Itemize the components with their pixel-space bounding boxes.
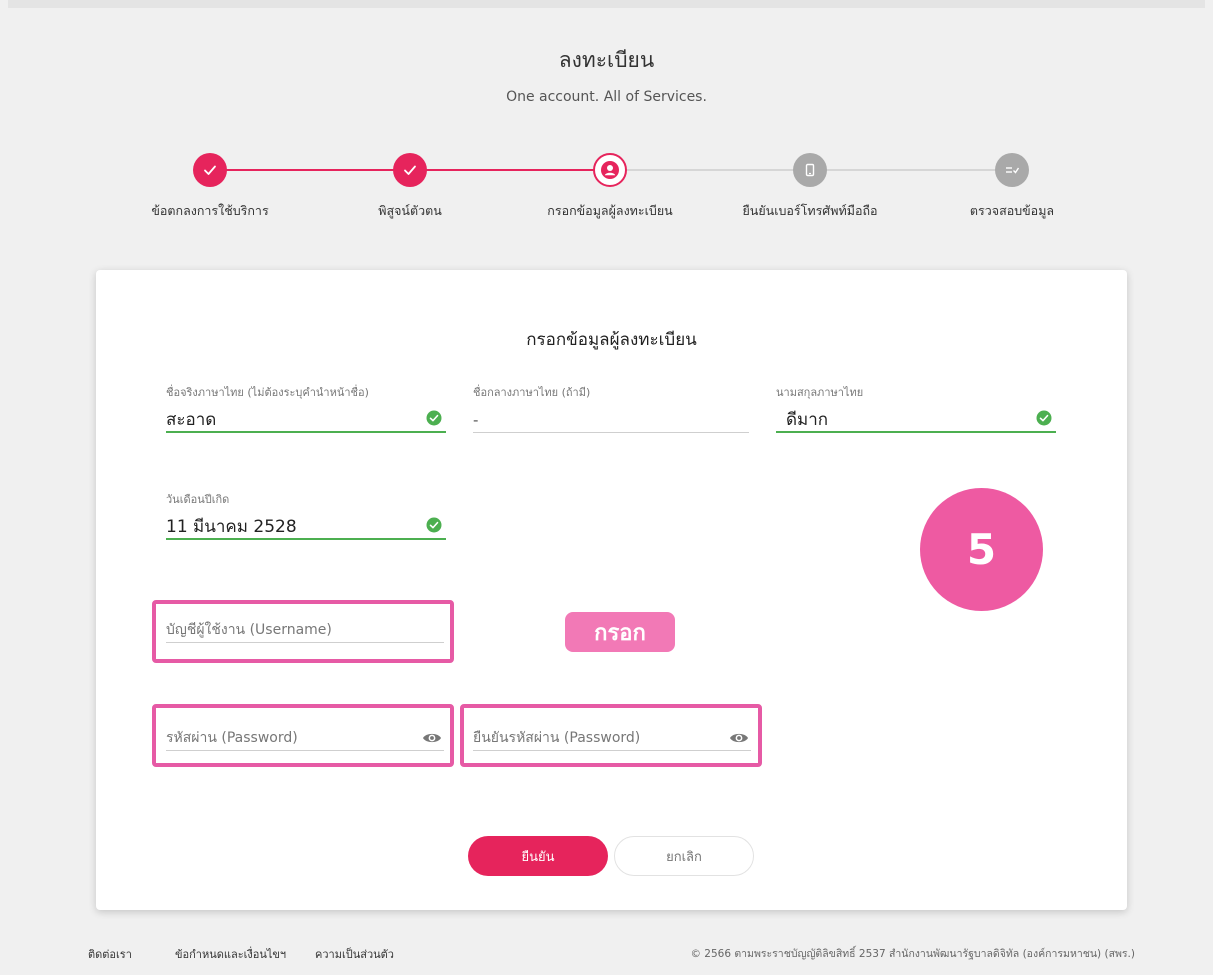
step-number-badge: 5	[920, 488, 1043, 611]
step-label: พิสูจน์ตัวตน	[378, 203, 442, 218]
birth-date-field[interactable]: วันเดือนปีเกิด 11 มีนาคม 2528	[166, 490, 446, 540]
page-header: ลงทะเบียน One account. All of Services.	[0, 44, 1213, 105]
footer-copyright: © 2566 ตามพระราชบัญญัติลิขสิทธิ์ 2537 สำ…	[690, 948, 1135, 960]
step-status-dot	[995, 153, 1029, 187]
footer: ติดต่อเรา ข้อกำหนดและเงื่อนไขฯ ความเป็นส…	[0, 945, 1213, 961]
step-terms: ข้อตกลงการใช้บริการ	[110, 150, 310, 221]
confirm-password-input[interactable]: ยืนยันรหัสผ่าน (Password)	[473, 725, 751, 751]
middle-name-field[interactable]: ชื่อกลางภาษาไทย (ถ้ามี) -	[473, 383, 749, 433]
username-placeholder: บัญชีผู้ใช้งาน (Username)	[166, 622, 332, 638]
first-name-label: ชื่อจริงภาษาไทย (ไม่ต้องระบุคำนำหน้าชื่อ…	[166, 386, 369, 399]
list-check-icon	[1006, 167, 1020, 174]
confirm-button[interactable]: ยืนยัน	[468, 836, 608, 876]
middle-name-label: ชื่อกลางภาษาไทย (ถ้ามี)	[473, 386, 591, 399]
phone-icon	[805, 163, 815, 177]
form-title: กรอกข้อมูลผู้ลงทะเบียน	[526, 330, 697, 350]
step-label: ยืนยันเบอร์โทรศัพท์มือถือ	[742, 203, 878, 218]
check-circle-icon	[426, 410, 442, 426]
step-status-dot	[793, 153, 827, 187]
last-name-value: ดีมาก	[786, 410, 829, 430]
last-name-field[interactable]: นามสกุลภาษาไทย ดีมาก	[776, 383, 1056, 433]
step-status-dot	[193, 153, 227, 187]
first-name-field[interactable]: ชื่อจริงภาษาไทย (ไม่ต้องระบุคำนำหน้าชื่อ…	[166, 383, 446, 433]
check-icon	[204, 165, 216, 175]
step-fill-info: กรอกข้อมูลผู้ลงทะเบียน	[510, 150, 710, 221]
footer-link-contact[interactable]: ติดต่อเรา	[88, 945, 132, 963]
username-input[interactable]: บัญชีผู้ใช้งาน (Username)	[166, 617, 444, 643]
step-status-dot	[593, 153, 627, 187]
check-circle-icon	[426, 517, 442, 533]
step-identity: พิสูจน์ตัวตน	[310, 150, 510, 221]
password-input[interactable]: รหัสผ่าน (Password)	[166, 725, 444, 751]
step-label: ข้อตกลงการใช้บริการ	[151, 203, 269, 218]
step-review: ตรวจสอบข้อมูล	[912, 150, 1112, 221]
first-name-input[interactable]: สะอาด	[166, 407, 446, 433]
page-title: ลงทะเบียน	[558, 48, 655, 72]
last-name-label: นามสกุลภาษาไทย	[776, 386, 864, 399]
confirm-password-placeholder: ยืนยันรหัสผ่าน (Password)	[473, 730, 641, 746]
top-bar	[8, 0, 1205, 8]
footer-link-privacy[interactable]: ความเป็นส่วนตัว	[315, 945, 394, 963]
person-icon	[601, 161, 619, 179]
page-subtitle: One account. All of Services.	[506, 89, 707, 105]
registration-stepper: ข้อตกลงการใช้บริการ พิสูจน์ตัวตน กรอกข้อ…	[0, 150, 1213, 230]
last-name-input[interactable]: ดีมาก	[776, 407, 1056, 433]
birth-date-input[interactable]: 11 มีนาคม 2528	[166, 514, 446, 540]
middle-name-value: -	[473, 411, 479, 429]
check-icon	[404, 165, 416, 175]
first-name-value: สะอาด	[166, 410, 217, 430]
footer-link-terms[interactable]: ข้อกำหนดและเงื่อนไขฯ	[175, 945, 286, 963]
birth-date-value: 11 มีนาคม 2528	[166, 517, 297, 537]
step-label: ตรวจสอบข้อมูล	[969, 203, 1055, 218]
step-verify-phone: ยืนยันเบอร์โทรศัพท์มือถือ	[710, 150, 910, 221]
middle-name-input[interactable]: -	[473, 407, 749, 433]
fill-instruction-tag: กรอก	[565, 612, 675, 652]
password-placeholder: รหัสผ่าน (Password)	[166, 730, 298, 746]
eye-icon[interactable]	[729, 730, 749, 746]
eye-icon[interactable]	[422, 730, 442, 746]
birth-date-label: วันเดือนปีเกิด	[166, 493, 230, 506]
step-label: กรอกข้อมูลผู้ลงทะเบียน	[547, 203, 673, 218]
step-status-dot	[393, 153, 427, 187]
cancel-button[interactable]: ยกเลิก	[614, 836, 754, 876]
check-circle-icon	[1036, 410, 1052, 426]
